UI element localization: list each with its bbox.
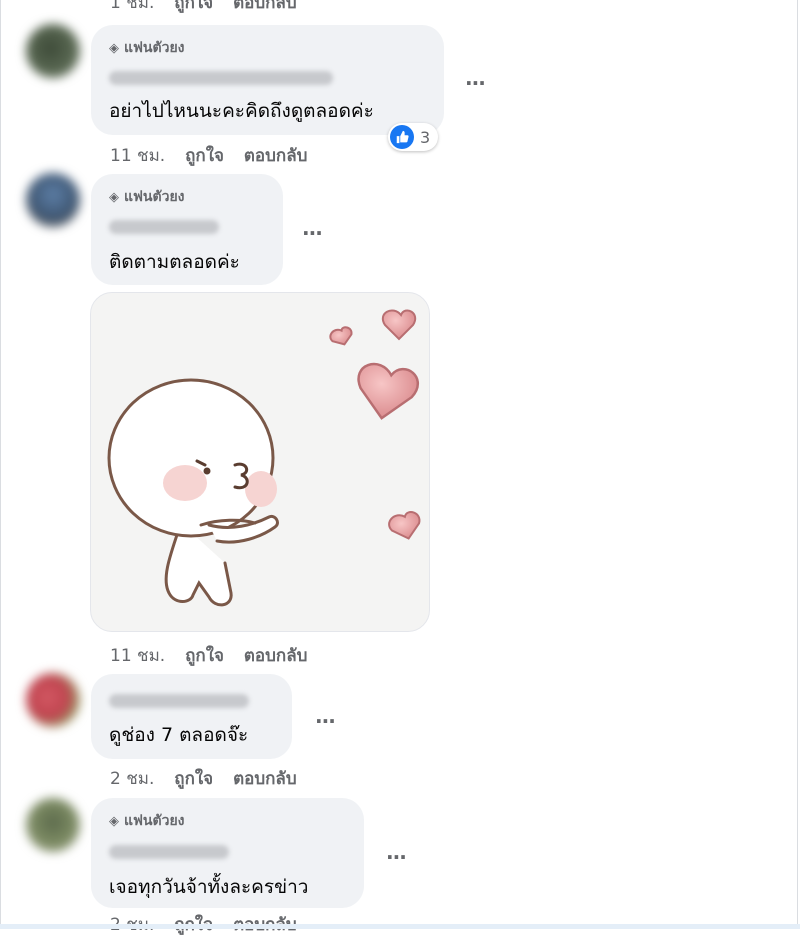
reaction-summary[interactable]: 3 [388, 123, 439, 151]
fan-badge-label: แฟนตัวยง [124, 813, 185, 829]
avatar[interactable] [26, 798, 80, 852]
reply-button[interactable]: ตอบกลับ [244, 646, 308, 666]
diamond-icon: ◈ [109, 813, 119, 829]
fan-badge-label: แฟนตัวยง [124, 189, 185, 205]
diamond-icon: ◈ [109, 40, 119, 56]
like-button[interactable]: ถูกใจ [185, 146, 224, 166]
like-icon [390, 125, 414, 149]
comment-time[interactable]: 1 ชม. [110, 0, 154, 13]
avatar[interactable] [26, 173, 80, 227]
comment-bubble: ดูช่อง 7 ตลอดจ๊ะ [91, 674, 292, 759]
reply-button[interactable]: ตอบกลับ [233, 0, 297, 13]
sticker-image[interactable] [90, 292, 430, 632]
more-options-icon[interactable]: ... [315, 704, 336, 728]
like-button[interactable]: ถูกใจ [174, 769, 213, 789]
fan-badge: ◈ แฟนตัวยง [109, 810, 185, 832]
author-name[interactable] [109, 845, 229, 859]
comment-text: เจอทุกวันจ้าทั้งละครข่าว [109, 876, 309, 898]
reply-button[interactable]: ตอบกลับ [244, 146, 308, 166]
comment-actions: 11 ชม. ถูกใจ ตอบกลับ [110, 142, 321, 169]
comment-time[interactable]: 11 ชม. [110, 646, 165, 666]
like-button[interactable]: ถูกใจ [174, 0, 213, 13]
more-options-icon[interactable]: ... [302, 216, 323, 240]
like-button[interactable]: ถูกใจ [185, 646, 224, 666]
comment-text: ดูช่อง 7 ตลอดจ๊ะ [109, 724, 249, 746]
reaction-count: 3 [420, 127, 431, 147]
diamond-icon: ◈ [109, 189, 119, 205]
bottom-edge [0, 924, 800, 929]
comment-time[interactable]: 11 ชม. [110, 146, 165, 166]
comment-text: อย่าไปไหนนะคะคิดถึงดูตลอดค่ะ [109, 100, 374, 122]
comment-bubble: ◈ แฟนตัวยง อย่าไปไหนนะคะคิดถึงดูตลอดค่ะ [91, 25, 444, 135]
comment-text: ติดตามตลอดค่ะ [109, 251, 240, 273]
comment-bubble: ◈ แฟนตัวยง เจอทุกวันจ้าทั้งละครข่าว [91, 798, 364, 908]
reply-button[interactable]: ตอบกลับ [233, 769, 297, 789]
comments-panel: 1 ชม. ถูกใจ ตอบกลับ ◈ แฟนตัวยง อย่าไปไหน… [0, 0, 798, 935]
comment-time[interactable]: 2 ชม. [110, 769, 154, 789]
author-name[interactable] [109, 694, 249, 708]
comment-actions: 1 ชม. ถูกใจ ตอบกลับ [110, 0, 311, 16]
fan-badge: ◈ แฟนตัวยง [109, 186, 185, 208]
avatar[interactable] [26, 24, 80, 78]
more-options-icon[interactable]: ... [465, 66, 486, 90]
comment-bubble: ◈ แฟนตัวยง ติดตามตลอดค่ะ [91, 174, 283, 285]
author-name[interactable] [109, 220, 219, 234]
fan-badge-label: แฟนตัวยง [124, 40, 185, 56]
more-options-icon[interactable]: ... [386, 840, 407, 864]
kissing-character-sticker [107, 309, 421, 607]
author-name[interactable] [109, 71, 333, 85]
avatar[interactable] [26, 673, 80, 727]
comment-actions: 11 ชม. ถูกใจ ตอบกลับ [110, 642, 321, 669]
fan-badge: ◈ แฟนตัวยง [109, 37, 185, 59]
comment-actions: 2 ชม. ถูกใจ ตอบกลับ [110, 765, 311, 792]
